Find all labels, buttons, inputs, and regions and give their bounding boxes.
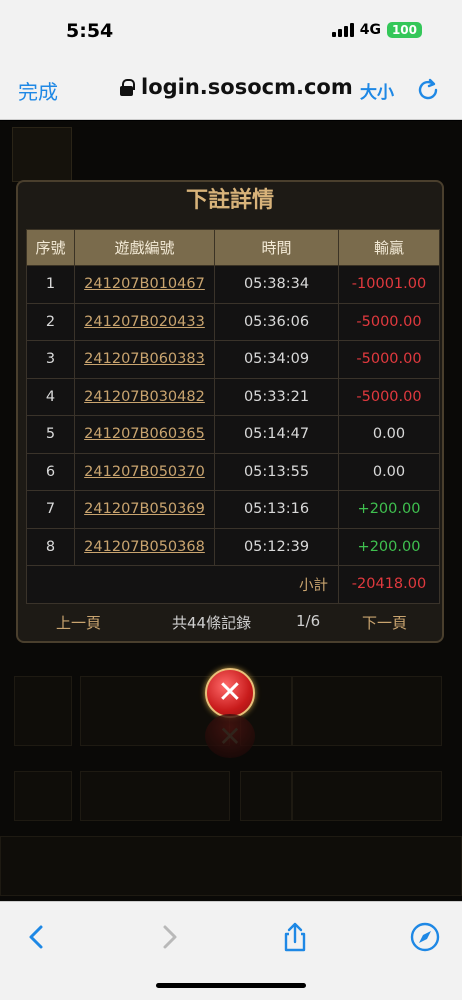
battery-icon: 100 [386, 22, 422, 38]
forward-icon[interactable] [152, 920, 186, 954]
close-button-reflection: ✕ [205, 714, 255, 758]
bet-details-table: 序號 遊戲編號 時間 輸贏 1 241207B010467 05:38:34 -… [26, 229, 440, 604]
game-id-link[interactable]: 241207B010467 [74, 265, 215, 304]
row-result: -10001.00 [338, 265, 440, 304]
column-header-number: 序號 [26, 229, 75, 266]
home-indicator [156, 983, 306, 988]
url-text: login.sosocm.com [141, 75, 353, 99]
compass-icon[interactable] [408, 920, 442, 954]
subtotal-row: 小計 -20418.00 [26, 565, 440, 604]
table-row: 5 241207B060365 05:14:47 0.00 [26, 415, 440, 454]
background-tile [80, 771, 230, 821]
game-id-link[interactable]: 241207B050370 [74, 452, 215, 491]
background-tile [14, 771, 72, 821]
row-time: 05:34:09 [214, 340, 339, 379]
row-number: 6 [26, 452, 75, 491]
url-field[interactable]: login.sosocm.com [120, 75, 353, 99]
game-id-link[interactable]: 241207B050369 [74, 490, 215, 529]
subtotal-label: 小計 [26, 565, 339, 604]
lock-icon [120, 78, 135, 96]
subtotal-value: -20418.00 [338, 565, 440, 604]
row-number: 2 [26, 302, 75, 341]
table-row: 6 241207B050370 05:13:55 0.00 [26, 452, 440, 491]
column-header-game-id: 遊戲編號 [74, 229, 215, 266]
row-result: -5000.00 [338, 340, 440, 379]
row-time: 05:13:16 [214, 490, 339, 529]
background-tile [240, 771, 292, 821]
row-number: 4 [26, 377, 75, 416]
row-result: -5000.00 [338, 302, 440, 341]
browser-url-bar: 完成 login.sosocm.com 大小 [0, 62, 462, 120]
row-result: 0.00 [338, 452, 440, 491]
game-id-link[interactable]: 241207B060383 [74, 340, 215, 379]
status-indicators: 4G 100 [331, 22, 422, 38]
avatar [12, 127, 72, 182]
row-number: 5 [26, 415, 75, 454]
page-indicator: 1/6 [296, 612, 321, 630]
table-row: 3 241207B060383 05:34:09 -5000.00 [26, 340, 440, 379]
column-header-result: 輸贏 [338, 229, 440, 266]
status-bar: 5:54 4G 100 [0, 0, 462, 62]
row-number: 3 [26, 340, 75, 379]
row-result: 0.00 [338, 415, 440, 454]
close-icon: ✕ [217, 675, 243, 710]
row-number: 7 [26, 490, 75, 529]
background-tile [292, 676, 442, 746]
row-time: 05:12:39 [214, 527, 339, 566]
row-time: 05:14:47 [214, 415, 339, 454]
network-label: 4G [359, 22, 381, 38]
table-row: 2 241207B020433 05:36:06 -5000.00 [26, 302, 440, 341]
table-header-row: 序號 遊戲編號 時間 輸贏 [26, 229, 440, 266]
row-number: 1 [26, 265, 75, 304]
game-id-link[interactable]: 241207B030482 [74, 377, 215, 416]
back-icon[interactable] [20, 920, 54, 954]
bet-details-modal: 下註詳情 序號 遊戲編號 時間 輸贏 1 241207B010467 05:38… [16, 180, 444, 643]
row-result: -5000.00 [338, 377, 440, 416]
row-result: +200.00 [338, 527, 440, 566]
next-page-button[interactable]: 下一頁 [362, 612, 407, 633]
column-header-time: 時間 [214, 229, 339, 266]
row-number: 8 [26, 527, 75, 566]
pagination: 上一頁 共44條記錄 1/6 下一頁 [26, 604, 440, 636]
row-time: 05:36:06 [214, 302, 339, 341]
table-row: 4 241207B030482 05:33:21 -5000.00 [26, 377, 440, 416]
background-tile [292, 771, 442, 821]
status-time: 5:54 [66, 20, 114, 42]
background-tile [14, 676, 72, 746]
text-size-button[interactable]: 大小 [360, 78, 394, 103]
game-id-link[interactable]: 241207B050368 [74, 527, 215, 566]
done-button[interactable]: 完成 [18, 76, 58, 105]
signal-icon [331, 23, 354, 37]
row-time: 05:13:55 [214, 452, 339, 491]
row-result: +200.00 [338, 490, 440, 529]
game-id-link[interactable]: 241207B020433 [74, 302, 215, 341]
row-time: 05:38:34 [214, 265, 339, 304]
row-time: 05:33:21 [214, 377, 339, 416]
total-records: 共44條記錄 [172, 614, 252, 632]
table-row: 8 241207B050368 05:12:39 +200.00 [26, 527, 440, 566]
background-bottom-bar [0, 836, 462, 896]
table-row: 1 241207B010467 05:38:34 -10001.00 [26, 265, 440, 304]
close-button[interactable]: ✕ [205, 668, 255, 718]
table-row: 7 241207B050369 05:13:16 +200.00 [26, 490, 440, 529]
game-id-link[interactable]: 241207B060365 [74, 415, 215, 454]
modal-title: 下註詳情 [185, 188, 274, 213]
reload-icon[interactable] [414, 76, 442, 104]
share-icon[interactable] [278, 920, 312, 954]
prev-page-button[interactable]: 上一頁 [56, 612, 101, 633]
